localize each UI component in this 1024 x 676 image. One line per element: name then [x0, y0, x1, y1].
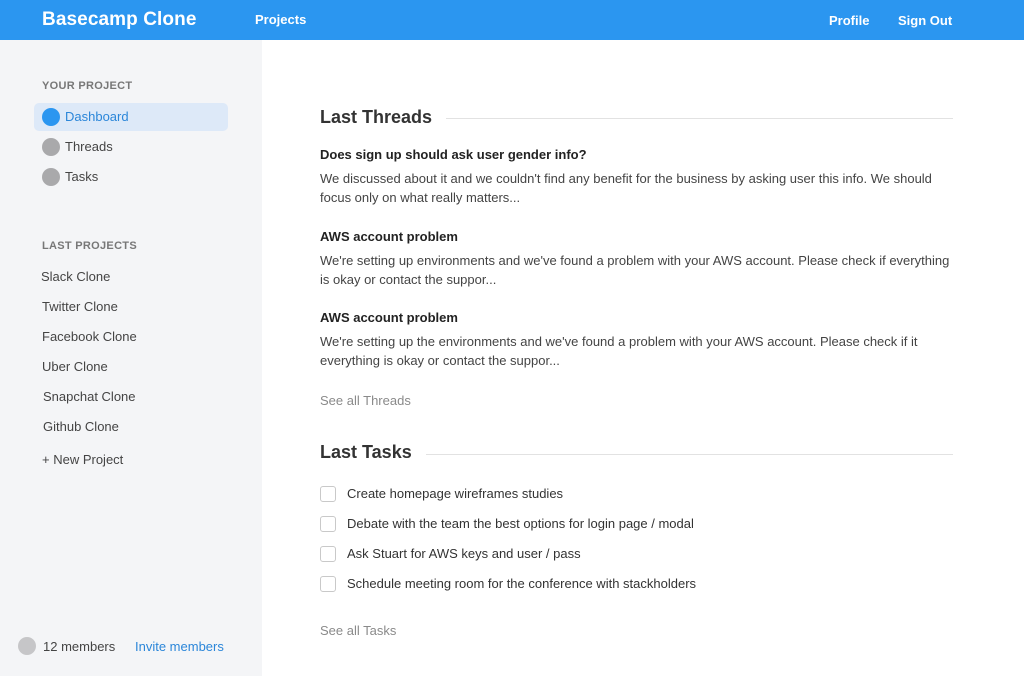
nav-profile-link[interactable]: Profile: [829, 13, 869, 28]
sidebar-item-dashboard[interactable]: Dashboard: [34, 103, 228, 131]
top-navbar: Basecamp Clone Projects Profile Sign Out: [0, 0, 1024, 40]
nav-projects-link[interactable]: Projects: [255, 12, 306, 27]
thread-excerpt: We discussed about it and we couldn't fi…: [320, 171, 932, 205]
threads-section-title: Last Threads: [320, 107, 447, 128]
tasks-dot-icon: [42, 168, 60, 186]
project-link-slack[interactable]: Slack Clone: [41, 269, 110, 284]
nav-signout-link[interactable]: Sign Out: [898, 13, 952, 28]
task-label[interactable]: Schedule meeting room for the conference…: [347, 576, 696, 591]
members-avatar: [18, 637, 36, 655]
thread-excerpt: We're setting up environments and we've …: [320, 253, 950, 287]
members-count: 12 members: [43, 639, 116, 654]
task-checkbox[interactable]: [320, 576, 336, 592]
sidebar-item-label: Tasks: [65, 169, 99, 184]
project-link-facebook[interactable]: Facebook Clone: [42, 329, 137, 344]
project-link-uber[interactable]: Uber Clone: [42, 359, 108, 374]
sidebar-item-label: Dashboard: [65, 109, 129, 124]
thread-title[interactable]: AWS account problem: [320, 310, 458, 325]
thread-title[interactable]: Does sign up should ask user gender info…: [320, 147, 587, 162]
last-projects-heading: LAST PROJECTS: [42, 240, 137, 252]
project-link-twitter[interactable]: Twitter Clone: [42, 299, 118, 314]
thread-title[interactable]: AWS account problem: [320, 229, 458, 244]
thread-excerpt: We're setting up the environments and we…: [320, 334, 918, 368]
task-checkbox[interactable]: [320, 546, 336, 562]
sidebar: YOUR PROJECT Dashboard Threads Tasks LAS…: [0, 40, 262, 676]
task-checkbox[interactable]: [320, 516, 336, 532]
tasks-divider: [424, 454, 953, 455]
tasks-section-title: Last Tasks: [320, 442, 426, 463]
project-link-github[interactable]: Github Clone: [43, 419, 119, 434]
dashboard-dot-icon: [42, 108, 60, 126]
threads-divider: [446, 118, 953, 119]
invite-members-link[interactable]: Invite members: [135, 639, 224, 654]
sidebar-item-label: Threads: [65, 139, 113, 154]
sidebar-item-tasks[interactable]: Tasks: [34, 163, 228, 191]
brand-logo[interactable]: Basecamp Clone: [42, 9, 197, 31]
new-project-link[interactable]: + New Project: [42, 452, 123, 467]
task-label[interactable]: Debate with the team the best options fo…: [347, 516, 694, 531]
task-label[interactable]: Ask Stuart for AWS keys and user / pass: [347, 546, 581, 561]
see-all-tasks-link[interactable]: See all Tasks: [320, 623, 396, 638]
see-all-threads-link[interactable]: See all Threads: [320, 393, 411, 408]
your-project-heading: YOUR PROJECT: [42, 80, 133, 92]
threads-dot-icon: [42, 138, 60, 156]
sidebar-item-threads[interactable]: Threads: [34, 133, 228, 161]
task-label[interactable]: Create homepage wireframes studies: [347, 486, 563, 501]
project-link-snapchat[interactable]: Snapchat Clone: [43, 389, 136, 404]
task-checkbox[interactable]: [320, 486, 336, 502]
